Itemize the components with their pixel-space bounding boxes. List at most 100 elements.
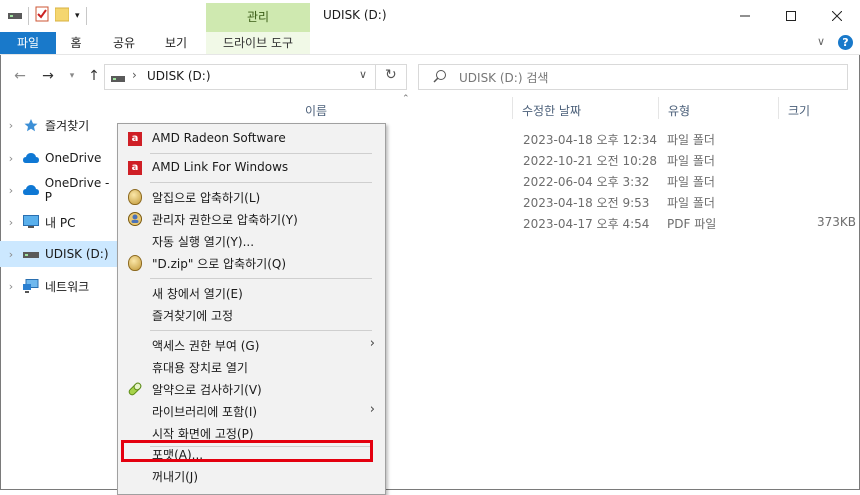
window-title: UDISK (D:) <box>323 8 387 22</box>
up-button[interactable]: ↑ <box>84 66 104 86</box>
drive-icon <box>8 9 22 23</box>
column-header-size[interactable]: 크기 <box>788 102 810 119</box>
nav-item-onedrive[interactable]: › OneDrive <box>0 145 120 171</box>
column-header-modified[interactable]: 수정한 날짜 <box>522 102 581 119</box>
expand-chevron-icon[interactable]: › <box>0 248 22 261</box>
star-icon <box>22 117 40 133</box>
nav-label: 즐겨찾기 <box>45 118 90 133</box>
amd-icon: a <box>128 132 142 146</box>
address-bar[interactable]: › UDISK (D:) ∨ ↻ <box>104 64 407 90</box>
back-button[interactable]: ← <box>10 66 30 86</box>
nav-label: OneDrive - P <box>44 176 110 204</box>
amd-icon: a <box>128 161 142 175</box>
format-highlight-box <box>121 440 373 462</box>
search-box[interactable]: UDISK (D:) 검색 <box>418 64 848 90</box>
tab-share[interactable]: 공유 <box>108 32 140 54</box>
toolbar-divider <box>85 6 87 25</box>
ribbon-expand-icon[interactable]: ∨ <box>817 35 825 48</box>
expand-chevron-icon[interactable]: › <box>0 280 22 293</box>
quick-access-toolbar: ▾ <box>8 6 87 25</box>
drive-icon <box>111 72 125 86</box>
address-divider <box>375 65 376 89</box>
nav-item-network[interactable]: › 네트워크 <box>0 273 120 299</box>
nav-label: 내 PC <box>45 215 76 230</box>
address-path: UDISK (D:) <box>147 69 211 83</box>
nav-item-quick-access[interactable]: › 즐겨찾기 <box>0 112 120 138</box>
customize-toolbar-icon[interactable]: ▾ <box>75 11 80 21</box>
row-type: 파일 폴더 <box>667 133 715 147</box>
menu-item-amd-link[interactable]: a AMD Link For Windows <box>118 157 385 179</box>
submenu-arrow-icon: › <box>369 402 375 417</box>
search-placeholder: UDISK (D:) 검색 <box>459 71 549 85</box>
nav-item-udisk[interactable]: › UDISK (D:) <box>0 241 120 267</box>
alzip-admin-icon <box>127 211 143 227</box>
menu-divider <box>150 330 372 331</box>
minimize-button[interactable] <box>722 0 768 32</box>
menu-item-pin-quick-access[interactable]: 즐겨찾기에 고정 <box>118 304 385 326</box>
row-date: 2022-10-21 오전 10:28 <box>523 154 658 168</box>
row-type: 파일 폴더 <box>667 175 715 189</box>
row-date: 2023-04-18 오전 9:53 <box>523 196 650 210</box>
navigation-pane: › 즐겨찾기 › OneDrive › OneDrive - P › 내 PC … <box>0 112 120 490</box>
alyac-icon <box>127 381 143 397</box>
address-dropdown-icon[interactable]: ∨ <box>359 68 367 81</box>
expand-chevron-icon[interactable]: › <box>0 152 22 165</box>
menu-item-alyac-scan[interactable]: 알약으로 검사하기(V) <box>118 378 385 400</box>
menu-item-alzip-compress[interactable]: 알집으로 압축하기(L) <box>118 186 385 208</box>
column-divider <box>778 97 779 119</box>
cloud-icon <box>22 150 40 166</box>
expand-chevron-icon[interactable]: › <box>0 184 22 197</box>
menu-item-amd-radeon[interactable]: a AMD Radeon Software <box>118 128 385 150</box>
row-type: 파일 폴더 <box>667 154 715 168</box>
column-divider <box>512 97 513 119</box>
nav-label: 네트워크 <box>45 279 90 294</box>
menu-item-dzip-compress[interactable]: "D.zip" 으로 압축하기(Q) <box>118 252 385 274</box>
alzip-icon <box>128 189 142 205</box>
title-bar: ▾ 관리 UDISK (D:) <box>0 0 860 32</box>
column-header-type[interactable]: 유형 <box>668 102 690 119</box>
menu-item-eject[interactable]: 꺼내기(J) <box>118 465 385 487</box>
menu-item-autoplay[interactable]: 자동 실행 열기(Y)... <box>118 230 385 252</box>
network-icon <box>22 278 40 294</box>
tab-drive-tools[interactable]: 드라이브 도구 <box>206 32 310 54</box>
nav-item-this-pc[interactable]: › 내 PC <box>0 209 120 235</box>
help-icon[interactable]: ? <box>838 35 853 50</box>
menu-item-give-access[interactable]: 액세스 권한 부여 (G) › <box>118 334 385 356</box>
recent-locations-icon[interactable]: ▾ <box>62 66 82 86</box>
menu-item-include-library[interactable]: 라이브러리에 포함(I) › <box>118 400 385 422</box>
nav-label: OneDrive <box>45 151 102 165</box>
menu-item-admin-compress[interactable]: 관리자 권한으로 압축하기(Y) <box>118 208 385 230</box>
menu-divider <box>150 182 372 183</box>
tab-home[interactable]: 홈 <box>64 32 88 54</box>
manage-tab[interactable]: 관리 <box>206 3 310 32</box>
expand-chevron-icon[interactable]: › <box>0 119 22 132</box>
nav-item-onedrive-personal[interactable]: › OneDrive - P <box>0 176 120 204</box>
minimize-icon <box>740 15 750 17</box>
toolbar-divider <box>28 6 29 25</box>
pc-icon <box>22 214 40 230</box>
navigation-bar: ← → ▾ ↑ › UDISK (D:) ∨ ↻ UDISK (D:) 검색 <box>0 60 860 92</box>
properties-icon[interactable] <box>35 6 49 25</box>
expand-chevron-icon[interactable]: › <box>0 216 22 229</box>
submenu-arrow-icon: › <box>369 336 375 351</box>
menu-item-open-portable[interactable]: 휴대용 장치로 열기 <box>118 356 385 378</box>
alzip-icon <box>128 255 142 271</box>
column-header-name[interactable]: 이름 <box>305 102 327 119</box>
refresh-icon[interactable]: ↻ <box>385 67 397 83</box>
row-date: 2023-04-17 오후 4:54 <box>523 217 650 231</box>
menu-divider <box>150 278 372 279</box>
tab-file[interactable]: 파일 <box>0 32 56 54</box>
cloud-icon <box>22 182 40 198</box>
forward-button[interactable]: → <box>38 66 58 86</box>
close-button[interactable] <box>814 0 860 32</box>
drive-icon <box>22 246 40 262</box>
tab-view[interactable]: 보기 <box>160 32 192 54</box>
new-folder-icon[interactable] <box>54 6 70 25</box>
row-size: 373KB <box>817 215 857 229</box>
maximize-button[interactable] <box>768 0 814 32</box>
row-date: 2023-04-18 오후 12:34 <box>523 133 658 147</box>
sort-up-icon: ⌃ <box>402 94 410 104</box>
menu-item-open-new-window[interactable]: 새 창에서 열기(E) <box>118 282 385 304</box>
nav-label: UDISK (D:) <box>45 247 109 261</box>
row-date: 2022-06-04 오후 3:32 <box>523 175 650 189</box>
